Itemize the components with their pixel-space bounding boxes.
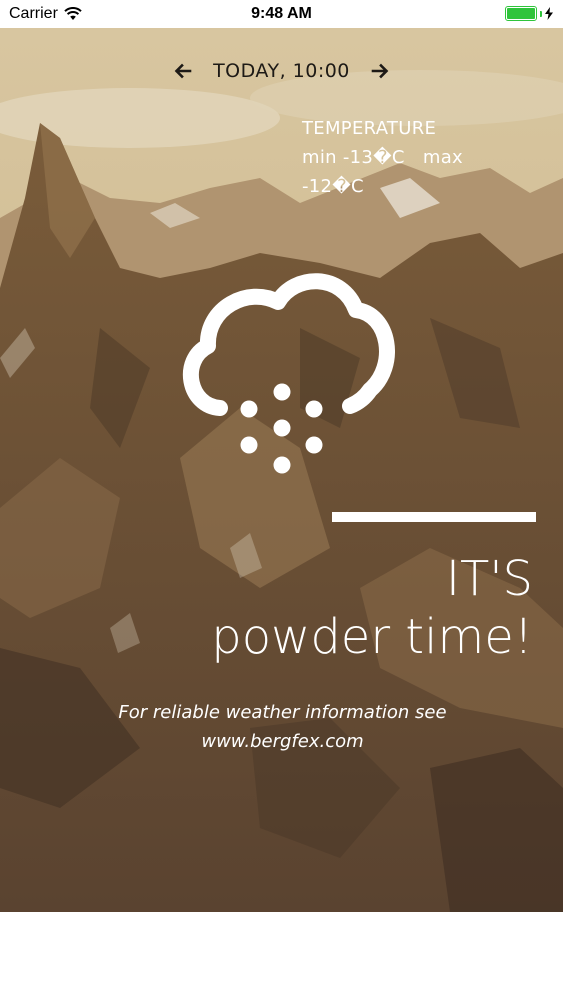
headline: IT'S powder time! [133,550,533,666]
info-caption: For reliable weather information see [118,702,447,723]
min-value: -13�C [342,147,405,168]
bergfex-link[interactable]: www.bergfex.com [100,727,465,756]
max-label: max [422,147,464,168]
temperature-title: TEMPERATURE [302,118,437,139]
prev-day-button[interactable] [173,61,193,81]
max-value: -12�C [302,176,364,197]
arrow-right-icon [371,63,389,79]
bolt-icon [545,7,553,20]
date-navigation: TODAY, 10:00 [0,56,563,86]
next-day-button[interactable] [370,61,390,81]
battery-icon [505,6,537,21]
status-bar: Carrier 9:48 AM [0,0,563,28]
battery-cap [540,10,542,17]
cloud-snow-icon [183,273,395,474]
min-label: min [302,147,337,168]
temperature-panel: TEMPERATURE min -13�C max -12�C [302,114,492,201]
arrow-left-icon [174,63,192,79]
headline-line-1: IT'S [445,551,533,607]
headline-divider [332,512,536,522]
info-text: For reliable weather information see www… [100,698,465,756]
status-right [505,6,553,21]
temperature-range: min -13�C max -12�C [302,143,492,201]
status-time: 9:48 AM [251,5,312,22]
bottom-blank-area [0,912,563,1000]
headline-line-2: powder time! [211,609,533,665]
date-label: TODAY, 10:00 [213,60,350,82]
